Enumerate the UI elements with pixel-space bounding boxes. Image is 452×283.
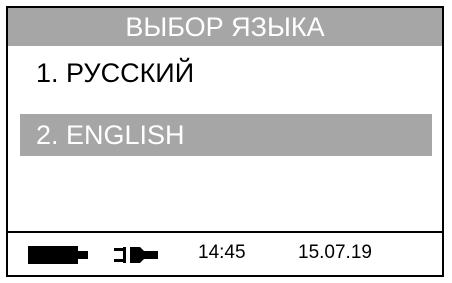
status-time: 14:45 xyxy=(198,242,246,263)
lcd-screen: ВЫБОР ЯЗЫКА 1. РУССКИЙ 2. ENGLISH 14:45 … xyxy=(6,6,444,277)
menu-item-russian[interactable]: 1. РУССКИЙ xyxy=(20,52,432,94)
status-date: 15.07.19 xyxy=(298,242,372,263)
page-title: ВЫБОР ЯЗЫКА xyxy=(8,8,442,46)
plug-icon xyxy=(114,247,158,263)
battery-icon xyxy=(28,246,88,264)
menu-item-english[interactable]: 2. ENGLISH xyxy=(20,114,432,156)
status-bar: 14:45 15.07.19 xyxy=(8,231,442,275)
